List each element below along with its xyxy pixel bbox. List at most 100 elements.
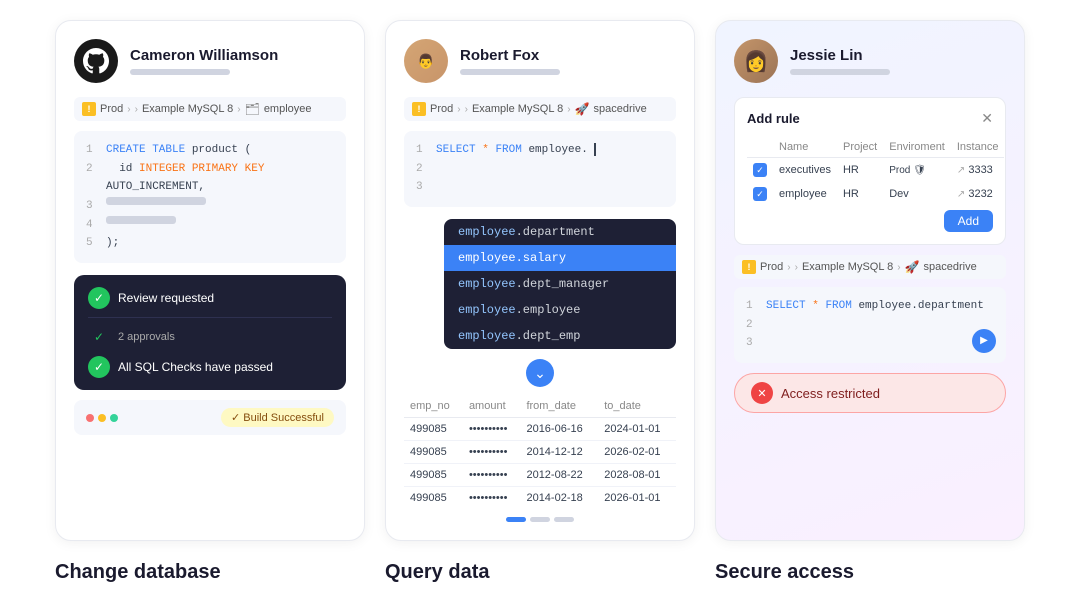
card1-header-text: Cameron Williamson: [130, 47, 346, 75]
card1-warn-icon: !: [82, 102, 96, 116]
query-table-row: 499085••••••••••2014-12-122026-02-01: [404, 441, 676, 464]
card3-warn-icon: !: [742, 260, 756, 274]
shield-executives-icon: 🛡: [913, 165, 926, 176]
avatar-robert: 👨: [404, 39, 448, 83]
code-line-5: 5 );: [86, 234, 334, 253]
close-panel-button[interactable]: ✕: [981, 110, 993, 127]
ac-item-department[interactable]: employee.department: [444, 219, 676, 245]
rule-row-employee: ✓ employee HR Dev ↗ 3232: [747, 182, 1004, 206]
card1-bc-db: Example MySQL 8: [142, 103, 233, 115]
dot-yellow: [98, 414, 106, 422]
card1-bc-table: employee: [264, 103, 312, 115]
card1-code-block: 1 CREATE TABLE product ( 2 id INTEGER PR…: [74, 131, 346, 263]
card3-mini-code: 1 SELECT * FROM SELECT * FROM employee.d…: [734, 287, 1006, 363]
rule-project-executives: HR: [837, 158, 883, 183]
review-approvals-text: 2 approvals: [118, 331, 175, 343]
rule-name-executives: executives: [773, 158, 837, 183]
card2-code-line-1: 1 SELECT * FROM employee.: [416, 141, 664, 160]
page-dot-3: [554, 517, 574, 522]
card2-name-bar: [460, 69, 560, 75]
card2-bc-space-icon: 🚀: [575, 102, 590, 116]
review-item-checks: ✓ All SQL Checks have passed: [88, 356, 332, 378]
avatar-cameron: [74, 39, 118, 83]
card2-code-line-3: 3: [416, 178, 664, 197]
col-amount: amount: [463, 395, 521, 418]
scroll-down-button[interactable]: ⌄: [526, 359, 554, 387]
card3-bc-space-icon: 🚀: [905, 260, 920, 274]
rule-check-employee[interactable]: ✓: [753, 187, 767, 201]
rule-instance-employee: 3232: [968, 188, 992, 200]
access-restricted-badge: ✕ Access restricted: [734, 373, 1006, 413]
page-dot-1: [506, 517, 526, 522]
card1-username: Cameron Williamson: [130, 47, 346, 64]
card1-header: Cameron Williamson: [74, 39, 346, 83]
check-icon-approvals: ✓: [88, 326, 110, 348]
code-line-1: 1 CREATE TABLE product (: [86, 141, 334, 160]
card2-warn-icon: !: [412, 102, 426, 116]
card2-bc-prod: Prod: [430, 103, 453, 115]
card2-breadcrumb: ! Prod › › Example MySQL 8 › 🚀 spacedriv…: [404, 97, 676, 121]
query-results-table: emp_no amount from_date to_date 499085••…: [404, 395, 676, 509]
add-rule-title: Add rule: [747, 111, 800, 126]
card2-header-text: Robert Fox: [460, 47, 676, 75]
review-title-text: Review requested: [118, 291, 214, 305]
rule-instance-executives: 3333: [968, 164, 992, 176]
code-line-4: 4: [86, 216, 334, 235]
card3-bc-prod: Prod: [760, 261, 783, 273]
rule-env-executives: Prod 🛡: [889, 165, 926, 176]
card3-header-text: Jessie Lin: [790, 47, 1006, 75]
feature-title-2: Query data: [385, 561, 695, 584]
card2-bc-space: spacedrive: [594, 103, 647, 115]
rule-name-employee: employee: [773, 182, 837, 206]
card2-code-line-2: 2: [416, 160, 664, 179]
card3-bc-sep2: ›: [897, 262, 900, 273]
review-checks-text: All SQL Checks have passed: [118, 360, 273, 374]
card2-bc-db: Example MySQL 8: [472, 103, 563, 115]
ac-item-dept-emp[interactable]: employee.dept_emp: [444, 323, 676, 349]
review-panel: ✓ Review requested ✓ 2 approvals ✓ All S…: [74, 275, 346, 390]
add-rule-button[interactable]: Add: [944, 210, 993, 232]
ac-item-employee[interactable]: employee.employee: [444, 297, 676, 323]
dot-green: [110, 414, 118, 422]
check-icon-review: ✓: [88, 287, 110, 309]
query-table-row: 499085••••••••••2014-02-182026-01-01: [404, 487, 676, 510]
review-item-title: ✓ Review requested: [88, 287, 332, 309]
card2-code-block: 1 SELECT * FROM employee. 2 3: [404, 131, 676, 207]
rule-project-employee: HR: [837, 182, 883, 206]
rule-check-executives[interactable]: ✓: [753, 163, 767, 177]
card2-header: 👨 Robert Fox: [404, 39, 676, 83]
card2-bc-sep1: ›: [457, 104, 460, 115]
query-table-row: 499085••••••••••2012-08-222028-08-01: [404, 464, 676, 487]
card3-bc-db: Example MySQL 8: [802, 261, 893, 273]
col-emp-no: emp_no: [404, 395, 463, 418]
code-line-3: 3: [86, 197, 334, 216]
ac-item-dept-manager[interactable]: employee.dept_manager: [444, 271, 676, 297]
card2-bc-sep2: ›: [567, 104, 570, 115]
page-dot-2: [530, 517, 550, 522]
feature-titles: Change database Query data Secure access: [30, 561, 1050, 584]
rule-env-employee: Dev: [883, 182, 951, 206]
col-to-date: to_date: [598, 395, 676, 418]
card3-code-line-3: 3: [746, 334, 994, 353]
card-query-data: 👨 Robert Fox ! Prod › › Example MySQL 8 …: [385, 20, 695, 541]
run-query-button[interactable]: ▶: [972, 329, 996, 353]
card3-header: 👩 Jessie Lin: [734, 39, 1006, 83]
rule-row-executives: ✓ executives HR Prod 🛡 ↗ 3333: [747, 158, 1004, 183]
card1-breadcrumb: ! Prod › › Example MySQL 8 › 🗂 employee: [74, 97, 346, 121]
card3-name-bar: [790, 69, 890, 75]
card1-bc-prod: Prod: [100, 103, 123, 115]
card1-name-bar: [130, 69, 230, 75]
query-table-row: 499085••••••••••2016-06-162024-01-01: [404, 418, 676, 441]
access-x-icon: ✕: [751, 382, 773, 404]
card3-bc-sep1: ›: [787, 262, 790, 273]
card1-bc-sep2: ›: [237, 104, 240, 115]
card2-bc-chevron: ›: [465, 104, 468, 115]
card2-username: Robert Fox: [460, 47, 676, 64]
review-divider: [88, 317, 332, 318]
pagination-dots: [404, 517, 676, 522]
ac-item-salary[interactable]: employee.salary: [444, 245, 676, 271]
dot-red: [86, 414, 94, 422]
card3-code-line-2: 2: [746, 316, 994, 335]
autocomplete-dropdown[interactable]: employee.department employee.salary empl…: [444, 219, 676, 349]
feature-title-3: Secure access: [715, 561, 1025, 584]
